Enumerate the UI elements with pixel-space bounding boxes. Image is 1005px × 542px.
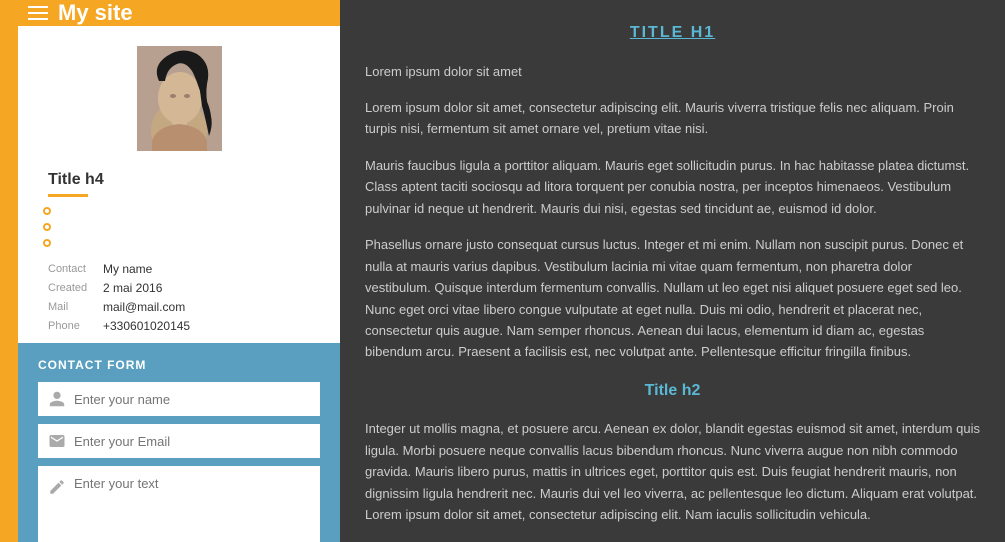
profile-section [18, 26, 340, 161]
main-title: TITLE H1 [365, 20, 980, 46]
title-h4-section: Title h4 [18, 161, 340, 197]
title-h2: Title h2 [365, 378, 980, 404]
name-field-container [38, 382, 320, 416]
info-value-mail: mail@mail.com [103, 300, 185, 314]
name-input[interactable] [74, 392, 310, 407]
info-value-phone: +330601020145 [103, 319, 190, 333]
pencil-icon [48, 478, 66, 496]
para2: Lorem ipsum dolor sit amet, consectetur … [365, 97, 980, 140]
info-value-contact: My name [103, 262, 152, 276]
person-icon [48, 390, 66, 408]
info-row-contact: Contact My name [48, 262, 310, 276]
info-row-created: Created 2 mai 2016 [48, 281, 310, 295]
text-input[interactable] [74, 476, 310, 491]
email-icon [48, 432, 66, 450]
text-field-container [38, 466, 320, 542]
profile-image [137, 46, 222, 151]
info-label-mail: Mail [48, 301, 103, 313]
nav-dots [18, 197, 340, 257]
main-content: TITLE H1 Lorem ipsum dolor sit amet Lore… [340, 0, 1005, 542]
info-label-contact: Contact [48, 263, 103, 275]
info-row-phone: Phone +330601020145 [48, 319, 310, 333]
site-title: My site [58, 0, 133, 26]
email-input[interactable] [74, 434, 310, 449]
info-label-created: Created [48, 282, 103, 294]
contact-form-title: CONTACT FORM [38, 358, 320, 372]
email-field-container [38, 424, 320, 458]
info-label-phone: Phone [48, 320, 103, 332]
info-row-mail: Mail mail@mail.com [48, 300, 310, 314]
nav-dot-1[interactable] [43, 207, 51, 215]
para3: Mauris faucibus ligula a porttitor aliqu… [365, 155, 980, 219]
title-h4: Title h4 [48, 171, 310, 189]
hamburger-icon[interactable] [28, 6, 48, 20]
sidebar-wrapper: My site Title [0, 0, 340, 542]
nav-dot-2[interactable] [43, 223, 51, 231]
para4: Phasellus ornare justo consequat cursus … [365, 234, 980, 363]
contact-form-section: CONTACT FORM [18, 343, 340, 542]
nav-dot-3[interactable] [43, 239, 51, 247]
sidebar-inner: My site Title [18, 0, 340, 542]
info-value-created: 2 mai 2016 [103, 281, 162, 295]
info-table: Contact My name Created 2 mai 2016 Mail … [18, 257, 340, 343]
top-bar: My site [18, 0, 340, 26]
sidebar-orange-bar [0, 0, 18, 542]
para5: Integer ut mollis magna, et posuere arcu… [365, 418, 980, 525]
para1: Lorem ipsum dolor sit amet [365, 61, 980, 82]
